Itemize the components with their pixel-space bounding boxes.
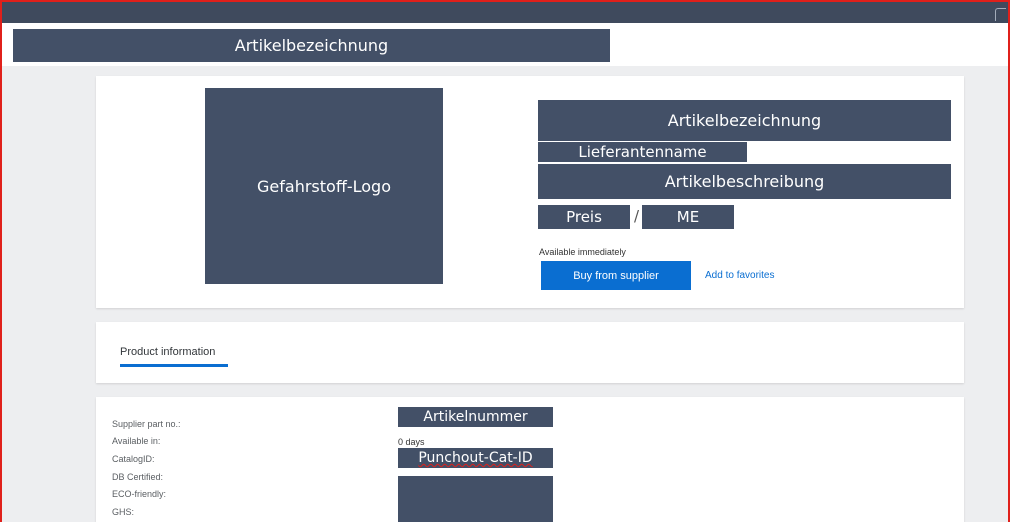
app-frame: Artikelbezeichnung Gefahrstoff-Logo Arti… [0, 0, 1010, 522]
unit-placeholder: ME [642, 205, 734, 229]
catalog-id-label: CatalogID: [112, 454, 155, 464]
part-number-placeholder: Artikelnummer [398, 407, 553, 427]
availability-text: Available immediately [539, 247, 626, 257]
active-tab-indicator [120, 364, 228, 367]
title-header: Artikelbezeichnung [2, 23, 1008, 66]
supplier-part-no-label: Supplier part no.: [112, 419, 181, 429]
window-corner-icon [995, 8, 1006, 21]
price-separator: / [634, 207, 640, 225]
available-in-label: Available in: [112, 436, 161, 446]
blank-value-placeholder [398, 476, 553, 522]
catalog-id-placeholder: Punchout-Cat-ID [398, 448, 553, 468]
tab-bar-card: Product information [96, 322, 964, 383]
hazard-logo-placeholder: Gefahrstoff-Logo [205, 88, 443, 284]
product-details-card: Supplier part no.: Available in: Catalog… [96, 397, 964, 522]
catalog-id-text: Punchout-Cat-ID [418, 450, 533, 466]
product-description-placeholder: Artikelbeschreibung [538, 164, 951, 199]
ghs-label: GHS: [112, 507, 135, 517]
eco-friendly-label: ECO-friendly: [112, 489, 167, 499]
product-name-placeholder: Artikelbezeichnung [538, 100, 951, 141]
top-shell-bar [2, 2, 1008, 23]
page-title-placeholder: Artikelbezeichnung [13, 29, 610, 62]
add-to-favorites-link[interactable]: Add to favorites [705, 270, 774, 281]
available-in-value: 0 days [398, 437, 425, 447]
tab-label: Product information [120, 346, 216, 358]
supplier-name-placeholder: Lieferantenname [538, 142, 747, 162]
buy-from-supplier-button[interactable]: Buy from supplier [541, 261, 691, 290]
price-placeholder: Preis [538, 205, 630, 229]
product-card: Gefahrstoff-Logo Artikelbezeichnung Lief… [96, 76, 964, 308]
db-certified-label: DB Certified: [112, 472, 164, 482]
